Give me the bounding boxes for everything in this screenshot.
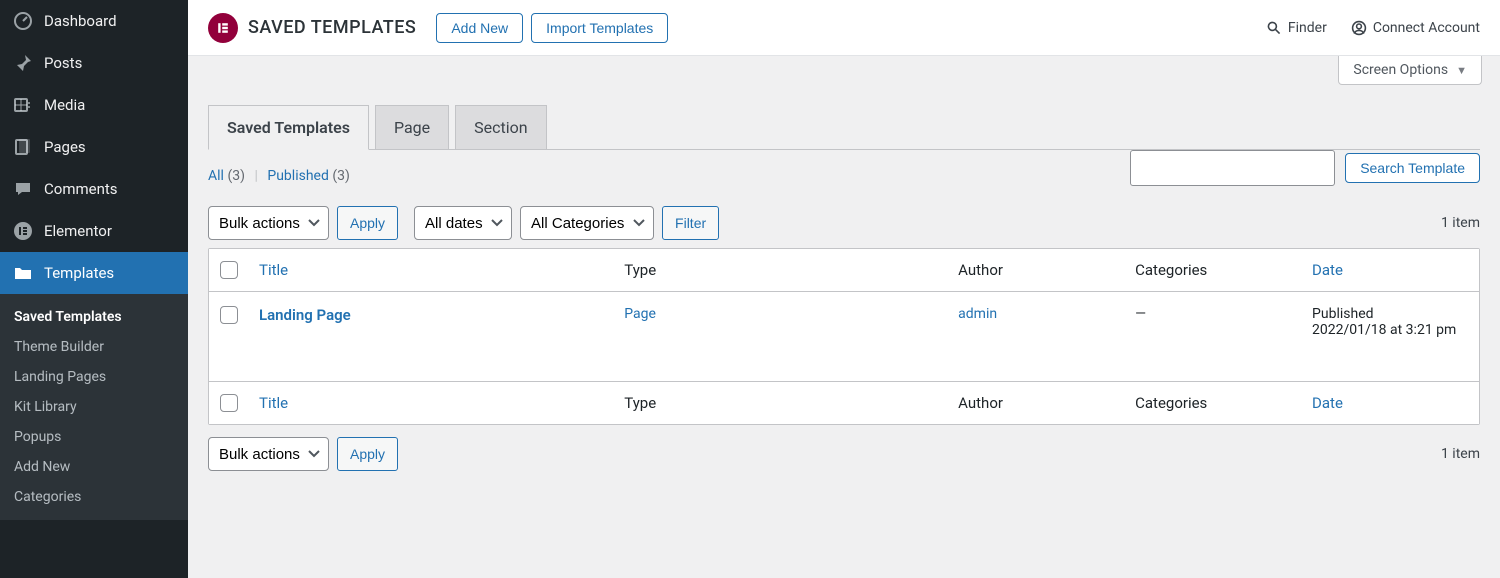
sidebar-item-label: Posts	[44, 54, 176, 72]
submenu-item-categories[interactable]: Categories	[0, 482, 188, 512]
submenu-item-saved-templates[interactable]: Saved Templates	[0, 302, 188, 332]
screen-options-toggle[interactable]: Screen Options ▼	[1338, 56, 1482, 85]
column-footer-categories: Categories	[1135, 394, 1207, 412]
filter-all-link[interactable]: All	[208, 168, 224, 184]
sidebar-item-posts[interactable]: Posts	[0, 42, 188, 84]
sidebar-submenu: Saved Templates Theme Builder Landing Pa…	[0, 294, 188, 520]
user-icon	[1351, 20, 1367, 36]
sidebar-item-comments[interactable]: Comments	[0, 168, 188, 210]
column-footer-date[interactable]: Date	[1312, 394, 1343, 412]
column-footer-title[interactable]: Title	[259, 394, 288, 412]
table-row: Landing Page Page admin — Published 2022…	[209, 292, 1479, 382]
filter-button[interactable]: Filter	[662, 206, 719, 240]
submenu-item-popups[interactable]: Popups	[0, 422, 188, 452]
submenu-item-kit-library[interactable]: Kit Library	[0, 392, 188, 422]
tabs-nav: Saved Templates Page Section	[208, 105, 1480, 150]
sidebar-item-label: Comments	[44, 180, 176, 198]
item-count-top: 1 item	[1441, 215, 1480, 231]
submenu-item-landing-pages[interactable]: Landing Pages	[0, 362, 188, 392]
sidebar-item-label: Pages	[44, 138, 176, 156]
page-title: SAVED TEMPLATES	[248, 17, 416, 38]
search-input[interactable]	[1130, 150, 1335, 186]
finder-link[interactable]: Finder	[1266, 20, 1327, 36]
connect-account-label: Connect Account	[1373, 20, 1480, 36]
filter-all-count: (3)	[227, 168, 245, 184]
bulk-actions-select-bottom[interactable]: Bulk actions	[208, 437, 329, 471]
submenu-item-add-new[interactable]: Add New	[0, 452, 188, 482]
media-icon	[12, 94, 34, 116]
tab-saved-templates[interactable]: Saved Templates	[208, 105, 369, 150]
folder-icon	[12, 262, 34, 284]
filter-published-link[interactable]: Published	[267, 168, 328, 184]
tab-section[interactable]: Section	[455, 105, 546, 149]
template-author-link[interactable]: admin	[958, 306, 997, 322]
column-header-title[interactable]: Title	[259, 261, 288, 279]
column-header-categories: Categories	[1135, 261, 1207, 279]
sidebar-item-elementor[interactable]: Elementor	[0, 210, 188, 252]
template-date-value: 2022/01/18 at 3:21 pm	[1312, 322, 1469, 338]
sidebar-item-label: Elementor	[44, 222, 176, 240]
elementor-logo	[208, 13, 238, 43]
pin-icon	[12, 52, 34, 74]
template-title-link[interactable]: Landing Page	[259, 306, 351, 324]
sidebar-item-label: Media	[44, 96, 176, 114]
comment-icon	[12, 178, 34, 200]
select-all-checkbox-bottom[interactable]	[220, 394, 238, 412]
template-date-status: Published	[1312, 306, 1469, 322]
category-filter-select[interactable]: All Categories	[520, 206, 654, 240]
search-button[interactable]: Search Template	[1345, 153, 1480, 183]
top-bar: SAVED TEMPLATES Add New Import Templates…	[188, 0, 1500, 56]
status-filter-links: All (3) | Published (3)	[208, 168, 1130, 184]
template-type-link[interactable]: Page	[624, 306, 656, 322]
tab-page[interactable]: Page	[375, 105, 449, 149]
page-icon	[12, 136, 34, 158]
column-header-type: Type	[624, 261, 656, 279]
dashboard-icon	[12, 10, 34, 32]
template-categories: —	[1135, 306, 1146, 322]
sidebar-item-pages[interactable]: Pages	[0, 126, 188, 168]
add-new-button[interactable]: Add New	[436, 13, 523, 43]
import-templates-button[interactable]: Import Templates	[531, 13, 668, 43]
apply-bulk-button-bottom[interactable]: Apply	[337, 437, 398, 471]
connect-account-link[interactable]: Connect Account	[1351, 20, 1480, 36]
column-footer-author: Author	[958, 394, 1003, 412]
submenu-item-theme-builder[interactable]: Theme Builder	[0, 332, 188, 362]
templates-table: Title Type Author Categories Date Landin…	[208, 248, 1480, 425]
search-icon	[1266, 20, 1282, 36]
finder-label: Finder	[1288, 20, 1327, 36]
date-filter-select[interactable]: All dates	[414, 206, 512, 240]
column-footer-type: Type	[624, 394, 656, 412]
sidebar-item-dashboard[interactable]: Dashboard	[0, 0, 188, 42]
admin-sidebar: Dashboard Posts Media Pages Comments Ele…	[0, 0, 188, 578]
apply-bulk-button[interactable]: Apply	[337, 206, 398, 240]
select-all-checkbox[interactable]	[220, 261, 238, 279]
bulk-actions-select[interactable]: Bulk actions	[208, 206, 329, 240]
column-header-date[interactable]: Date	[1312, 261, 1343, 279]
sidebar-item-label: Templates	[44, 264, 176, 282]
elementor-icon	[12, 220, 34, 242]
sidebar-item-label: Dashboard	[44, 12, 176, 30]
item-count-bottom: 1 item	[1441, 446, 1480, 462]
screen-options-label: Screen Options	[1353, 62, 1448, 78]
column-header-author: Author	[958, 261, 1003, 279]
caret-down-icon: ▼	[1456, 64, 1467, 77]
filter-published-count: (3)	[332, 168, 350, 184]
sidebar-item-media[interactable]: Media	[0, 84, 188, 126]
sidebar-item-templates[interactable]: Templates	[0, 252, 188, 294]
row-checkbox[interactable]	[220, 306, 238, 324]
